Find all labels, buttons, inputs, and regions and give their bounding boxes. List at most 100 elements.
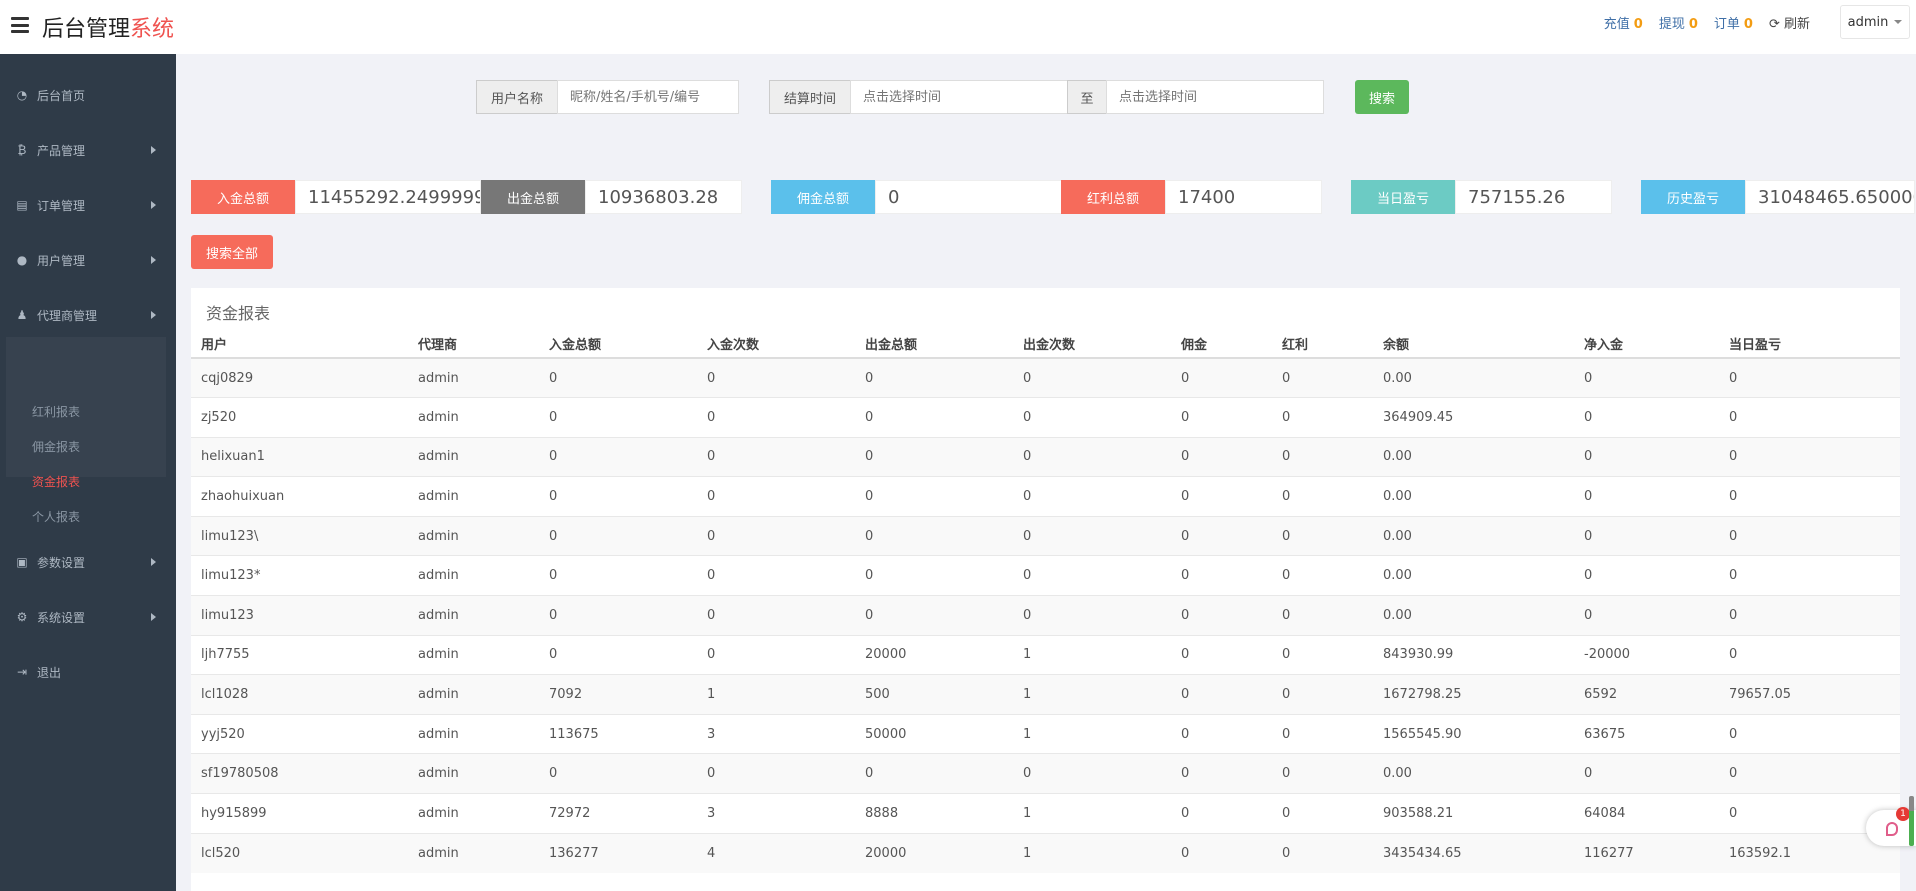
fund-report-panel: 资金报表 用户 代理商 入金总额 入金次数 出金总额 出金次数 佣金 红利 余额 净入金 当日盈亏 … <box>191 288 1900 891</box>
table-cell: 0 <box>1171 515 1272 556</box>
column-header: 佣金 <box>1171 330 1272 359</box>
top-bar: 后台管理系统 充值 0 提现 0 订单 0 ⟳ 刷新 admin <box>0 0 1916 54</box>
stat-value: 11455292.24999999 <box>295 180 481 214</box>
table-cell: admin <box>408 753 539 794</box>
table-cell: 0 <box>539 595 697 636</box>
stat-label: 佣金总额 <box>771 180 875 214</box>
table-cell: 0 <box>697 634 855 675</box>
search-button[interactable]: 搜索 <box>1355 80 1409 114</box>
table-cell: 0 <box>855 476 1013 517</box>
sidebar-item-label: 用户管理 <box>37 253 86 268</box>
table-cell: 0.00 <box>1373 357 1574 398</box>
submenu-item-0[interactable]: 红利报表 <box>32 403 80 420</box>
table-cell: 0 <box>1013 357 1171 398</box>
table-cell: 0 <box>1719 634 1900 675</box>
table-cell: 0 <box>697 555 855 596</box>
table-cell: 0 <box>855 397 1013 438</box>
table-cell: 0 <box>1574 515 1719 556</box>
stat-box-1: 出金总额 10936803.28 <box>481 180 742 214</box>
sidebar-item-1[interactable]: ₿ 产品管理 <box>0 135 176 165</box>
withdraw-link[interactable]: 提现 0 <box>1659 13 1698 32</box>
sidebar-item-2[interactable]: ▤ 订单管理 <box>0 190 176 220</box>
sidebar-item-3[interactable]: ● 用户管理 <box>0 245 176 275</box>
table-cell: ljh7755 <box>191 634 408 675</box>
submenu-item-1[interactable]: 佣金报表 <box>32 438 80 455</box>
orders-icon: ▤ <box>16 198 28 212</box>
table-cell: 0 <box>1171 595 1272 636</box>
table-cell: 1 <box>1013 713 1171 754</box>
menu-toggle-icon[interactable] <box>11 17 29 33</box>
username-search-input[interactable] <box>557 80 739 114</box>
gears-icon: ⚙ <box>16 610 28 624</box>
bitcoin-icon: ₿ <box>17 143 27 157</box>
stat-box-5: 历史盈亏31048465.6500000 <box>1641 180 1915 214</box>
table-cell: 0 <box>1013 595 1171 636</box>
start-time-input[interactable] <box>850 80 1068 114</box>
table-cell: 0 <box>1719 515 1900 556</box>
table-cell: 0 <box>1171 357 1272 398</box>
table-row: zj520 admin 0 0 0 0 0 0 364909.45 0 0 <box>191 397 1900 438</box>
sidebar-item-7[interactable]: ⚙ 系统设置 <box>0 602 176 632</box>
submenu-item-2[interactable]: 资金报表 <box>32 473 80 490</box>
refresh-button[interactable]: ⟳ 刷新 <box>1769 13 1810 32</box>
stat-value: 10936803.28 <box>585 180 742 214</box>
table-cell: helixuan1 <box>191 436 408 477</box>
scrollbar-handle[interactable] <box>1909 796 1914 846</box>
column-header: 代理商 <box>408 330 539 359</box>
settle-time-label: 结算时间 <box>769 80 851 114</box>
dashboard-icon: ◔ <box>16 88 28 102</box>
stat-value: 757155.26 <box>1455 180 1612 214</box>
notification-badge: 1 <box>1896 807 1910 821</box>
sidebar-item-label: 后台首页 <box>37 88 86 103</box>
table-cell: 1565545.90 <box>1373 713 1574 754</box>
table-cell: 0 <box>697 436 855 477</box>
table-row: hy915899 admin 72972 3 8888 1 0 0 903588.21 64084… <box>191 793 1900 834</box>
end-time-input[interactable] <box>1106 80 1324 114</box>
table-cell: 0 <box>697 476 855 517</box>
top-right-links: 充值 0 提现 0 订单 0 ⟳ 刷新 admin <box>1604 0 1916 44</box>
table-cell: 7092 <box>539 674 697 715</box>
table-cell: 63675 <box>1574 713 1719 754</box>
user-menu-dropdown[interactable]: admin <box>1840 5 1910 39</box>
table-cell: 0 <box>1272 436 1373 477</box>
table-cell: 0 <box>1574 436 1719 477</box>
stat-value: 17400 <box>1165 180 1322 214</box>
table-row: limu123 admin 0 0 0 0 0 0 0.00 0 0 <box>191 595 1900 636</box>
recharge-link[interactable]: 充值 0 <box>1604 13 1643 32</box>
table-cell: 0 <box>1719 595 1900 636</box>
table-cell: 20000 <box>855 634 1013 675</box>
table-row: limu123\ admin 0 0 0 0 0 0 0.00 0 0 <box>191 515 1900 556</box>
order-link[interactable]: 订单 0 <box>1714 13 1753 32</box>
table-row: ljh7755 admin 0 0 20000 1 0 0 843930.99 -20000 0 <box>191 634 1900 675</box>
sidebar-item-4[interactable]: ♟ 代理商管理 <box>0 300 176 330</box>
sidebar-item-8[interactable]: ⇥ 退出 <box>0 657 176 687</box>
table-cell: 1 <box>1013 832 1171 873</box>
table-cell: 0.00 <box>1373 476 1574 517</box>
table-cell: 50000 <box>855 713 1013 754</box>
table-cell: 0 <box>1272 476 1373 517</box>
table-cell: 0 <box>1171 555 1272 596</box>
table-cell: 1 <box>1013 634 1171 675</box>
sidebar-item-0[interactable]: ◔ 后台首页 <box>0 80 176 110</box>
sidebar-item-label: 订单管理 <box>37 198 86 213</box>
sidebar-item-label: 退出 <box>37 665 62 680</box>
stat-label: 历史盈亏 <box>1641 180 1745 214</box>
table-cell: limu123 <box>191 595 408 636</box>
column-header: 出金总额 <box>855 330 1013 359</box>
table-cell: 0 <box>1171 832 1272 873</box>
table-cell: 0 <box>1272 753 1373 794</box>
sidebar-item-6[interactable]: ▣ 参数设置 <box>0 547 176 577</box>
sidebar-item-label: 系统设置 <box>37 610 86 625</box>
search-all-button[interactable]: 搜索全部 <box>191 235 273 269</box>
table-cell: 0 <box>539 634 697 675</box>
floating-chat-widget[interactable]: 1 <box>1866 796 1916 846</box>
table-cell: 1 <box>697 674 855 715</box>
column-header: 用户 <box>191 330 408 359</box>
stat-label: 当日盈亏 <box>1351 180 1455 214</box>
table-cell: 0 <box>1272 634 1373 675</box>
table-cell: 0 <box>1719 476 1900 517</box>
table-cell: 0 <box>1171 436 1272 477</box>
submenu-item-3[interactable]: 个人报表 <box>32 508 80 525</box>
sidebar-item-label: 产品管理 <box>37 143 86 158</box>
table-cell: 113675 <box>539 713 697 754</box>
